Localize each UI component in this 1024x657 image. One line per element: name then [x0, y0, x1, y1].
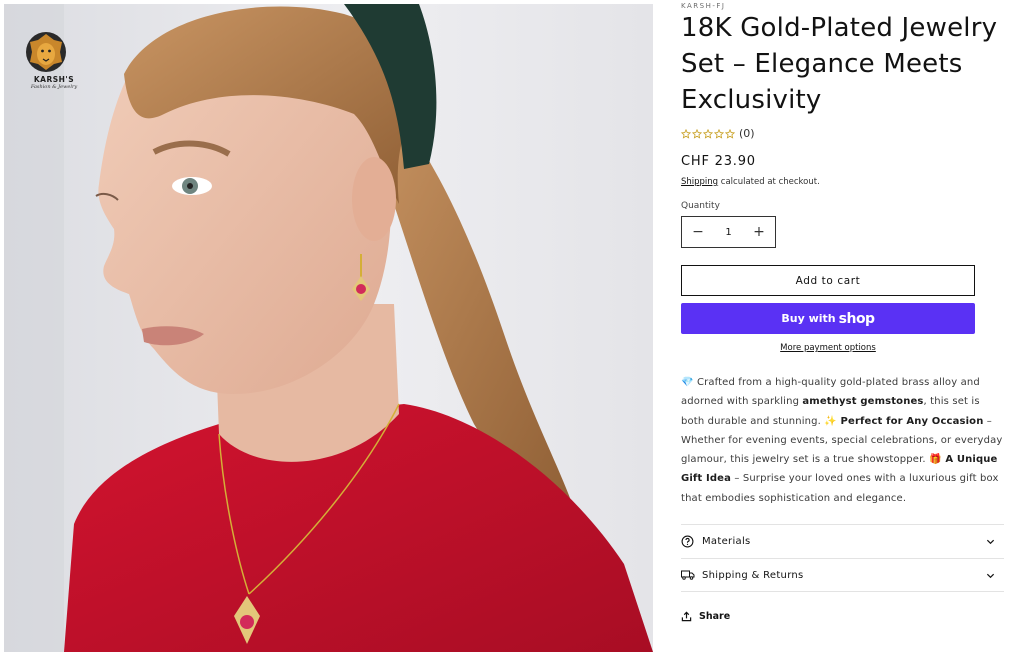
product-price: CHF 23.90: [681, 154, 756, 169]
shop-pay-logo: shop: [838, 310, 875, 327]
brand-name: KARSH'S: [33, 75, 75, 84]
buy-with-label: Buy with: [781, 312, 836, 325]
product-vendor: KARSH-FJ: [681, 2, 726, 10]
quantity-input[interactable]: 1: [714, 227, 743, 238]
star-outline-icon: [725, 128, 735, 139]
star-outline-icon: [692, 128, 702, 139]
star-outline-icon: [714, 128, 724, 139]
gem-icon: 💎: [681, 377, 694, 388]
shipping-note: Shipping calculated at checkout.: [681, 177, 820, 187]
rating-stars: [681, 128, 735, 139]
quantity-decrease-button[interactable]: −: [682, 217, 714, 247]
brand-logo: KARSH'S Fashion & Jewelry: [24, 30, 84, 90]
model-photo: [4, 4, 653, 652]
share-label: Share: [699, 611, 731, 622]
more-payment-options-link[interactable]: More payment options: [681, 343, 975, 353]
quantity-stepper: − 1 +: [681, 216, 776, 248]
chevron-down-icon: [986, 539, 995, 545]
truck-icon: [681, 568, 695, 582]
desc-bold-1: amethyst gemstones: [802, 396, 924, 408]
accordion-label: Materials: [702, 536, 751, 547]
sparkles-icon: ✨: [824, 415, 837, 427]
brand-tagline: Fashion & Jewelry: [30, 83, 78, 90]
star-outline-icon: [681, 128, 691, 139]
quantity-label: Quantity: [681, 201, 720, 211]
product-title: 18K Gold-Plated Jewelry Set – Elegance M…: [681, 13, 998, 115]
gift-icon: 🎁: [929, 454, 942, 466]
accordion-shipping-returns[interactable]: Shipping & Returns: [681, 558, 1004, 592]
product-rating[interactable]: (0): [681, 127, 755, 140]
quantity-increase-button[interactable]: +: [743, 217, 775, 247]
chevron-down-icon: [986, 573, 995, 578]
rating-count: (0): [739, 127, 755, 140]
shipping-note-text: calculated at checkout.: [718, 177, 820, 187]
desc-bold-2: Perfect for Any Occasion: [836, 415, 984, 427]
add-to-cart-button[interactable]: Add to cart: [681, 265, 975, 296]
buy-with-shop-button[interactable]: Buy with shop: [681, 303, 975, 334]
product-description: 💎 Crafted from a high-quality gold-plate…: [681, 373, 1006, 508]
share-button[interactable]: Share: [681, 611, 730, 622]
shipping-link[interactable]: Shipping: [681, 177, 718, 187]
product-image[interactable]: KARSH'S Fashion & Jewelry: [4, 4, 653, 652]
star-outline-icon: [703, 128, 713, 139]
share-icon: [681, 611, 692, 622]
accordion-materials[interactable]: Materials: [681, 524, 1004, 558]
question-circle-icon: [681, 535, 695, 549]
lion-icon: [26, 32, 66, 72]
accordion-label: Shipping & Returns: [702, 569, 804, 581]
